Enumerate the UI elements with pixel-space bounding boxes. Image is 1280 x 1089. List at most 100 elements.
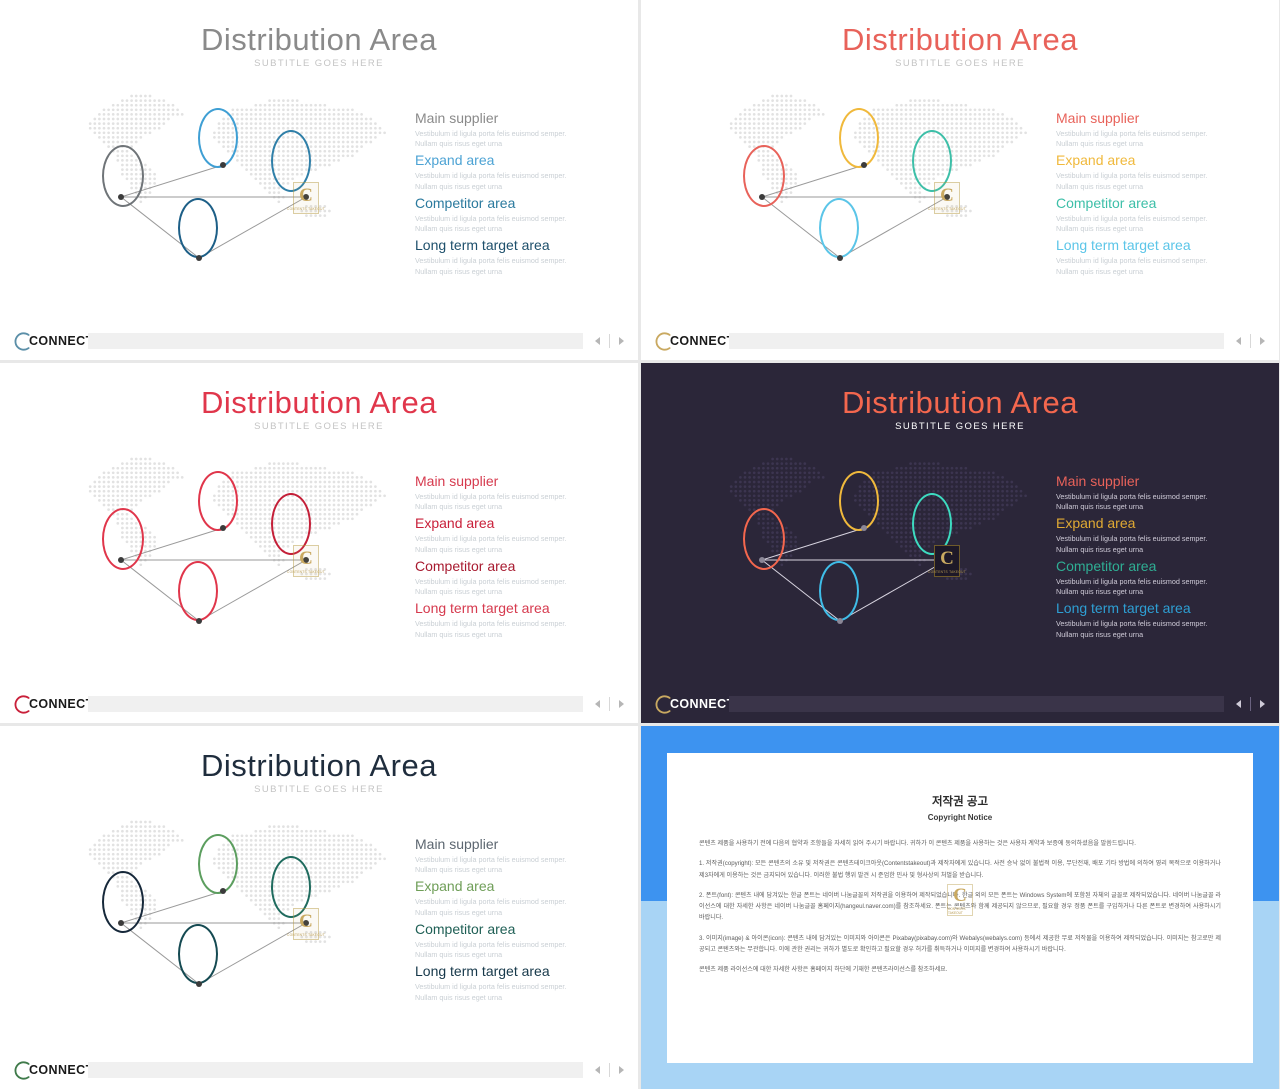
region-marker-3[interactable] <box>819 561 859 621</box>
legend-heading-3: Competitor area <box>1056 194 1157 211</box>
connect-logo[interactable]: CONNECT <box>12 330 94 352</box>
slide-deck-grid: Distribution Area SUBTITLE GOES HERE C CONT… <box>0 0 1280 1089</box>
badge-c-glyph: C <box>299 184 313 206</box>
legend-heading-4: Long term target area <box>1056 600 1191 617</box>
slide-subtitle: SUBTITLE GOES HERE <box>254 784 384 795</box>
legend-heading-1: Main supplier <box>1056 473 1140 489</box>
world-map-diagram: C CONTENTS TAKEOUT <box>78 453 408 653</box>
legend-entry-3: Competitor area Vestibulum id ligula port… <box>415 921 615 960</box>
legend-heading-1: Main supplier <box>415 473 499 489</box>
connect-logo[interactable]: CONNECT <box>12 1059 94 1081</box>
legend-heading-1: Main supplier <box>1056 110 1140 126</box>
region-marker-3[interactable] <box>178 198 218 258</box>
legend-heading-4: Long term target area <box>415 963 550 980</box>
legend-heading-2: Expand area <box>415 515 495 532</box>
region-marker-2[interactable] <box>198 471 238 531</box>
badge-c-glyph: C <box>299 547 313 569</box>
legend-entry-2: Expand area Vestibulum id ligula porta fe… <box>415 515 615 554</box>
legend-body-2: Vestibulum id ligula porta felis euismod… <box>415 897 567 917</box>
legend-heading-4: Long term target area <box>1056 237 1191 254</box>
connect-logo-text: CONNECT <box>29 334 94 348</box>
contents-takeout-badge: C CONTENTS TAKEOUT <box>287 182 325 214</box>
legend-panel: Main supplier Vestibulum id ligula porta … <box>1056 473 1256 643</box>
slide-title: Distribution Area <box>842 22 1078 57</box>
slide-footer: CONNECT <box>641 330 1279 352</box>
progress-track[interactable] <box>729 333 1224 349</box>
connect-logo[interactable]: CONNECT <box>653 330 735 352</box>
connect-logo-text: CONNECT <box>29 697 94 711</box>
legend-body-4: Vestibulum id ligula porta felis euismod… <box>415 619 567 639</box>
slide-title: Distribution Area <box>201 385 437 420</box>
legend-heading-1: Main supplier <box>415 836 499 852</box>
world-map-diagram: C CONTENTS TAKEOUT <box>719 90 1049 290</box>
triangle-right-icon[interactable] <box>1260 337 1265 345</box>
legend-heading-2: Expand area <box>1056 515 1136 532</box>
connect-logo[interactable]: CONNECT <box>12 693 94 715</box>
triangle-left-icon[interactable] <box>1236 337 1241 345</box>
triangle-right-icon[interactable] <box>619 1066 624 1074</box>
legend-heading-2: Expand area <box>415 152 495 169</box>
badge-caption: CONTENTS TAKEOUT <box>928 206 966 211</box>
legend-entry-1: Main supplier Vestibulum id ligula porta … <box>415 473 615 512</box>
region-marker-2[interactable] <box>839 108 879 168</box>
legend-heading-4: Long term target area <box>415 237 550 254</box>
slide-footer: CONNECT <box>0 1059 638 1081</box>
nav-divider <box>609 697 610 711</box>
legend-entry-3: Competitor area Vestibulum id ligula port… <box>415 558 615 597</box>
legend-entry-1: Main supplier Vestibulum id ligula porta … <box>415 110 615 149</box>
distribution-area-blue: Distribution Area SUBTITLE GOES HERE C CONT… <box>0 0 638 360</box>
badge-caption: CONTENTS TAKEOUT <box>287 932 325 937</box>
legend-heading-3: Competitor area <box>1056 557 1157 574</box>
map-node-2 <box>861 162 867 168</box>
nav-divider <box>1250 697 1251 711</box>
badge-caption: CONTENTS TAKEOUT <box>928 569 966 574</box>
triangle-left-icon[interactable] <box>595 337 600 345</box>
region-marker-3[interactable] <box>178 924 218 984</box>
progress-track[interactable] <box>88 1062 583 1078</box>
distribution-area-red: Distribution Area SUBTITLE GOES HERE C CONT… <box>0 363 638 723</box>
legend-entry-3: Competitor area Vestibulum id ligula port… <box>1056 558 1256 597</box>
legend-entry-3: Competitor area Vestibulum id ligula port… <box>415 195 615 234</box>
connect-logo[interactable]: CONNECT <box>653 693 735 715</box>
badge-c-glyph: C <box>953 884 967 906</box>
progress-track[interactable] <box>729 696 1224 712</box>
map-node-3 <box>837 618 843 624</box>
triangle-right-icon[interactable] <box>619 700 624 708</box>
nav-divider <box>609 334 610 348</box>
slide-footer: CONNECT <box>0 693 638 715</box>
badge-c-glyph: C <box>940 547 954 569</box>
map-node-1 <box>118 194 124 200</box>
legend-body-3: Vestibulum id ligula porta felis euismod… <box>1056 213 1208 234</box>
legend-heading-4: Long term target area <box>415 600 550 617</box>
progress-track[interactable] <box>88 333 583 349</box>
triangle-right-icon[interactable] <box>1260 700 1265 708</box>
legend-entry-4: Long term target area Vestibulum id ligul… <box>415 237 615 276</box>
triangle-left-icon[interactable] <box>595 1066 600 1074</box>
nav-divider <box>609 1063 610 1077</box>
region-marker-3[interactable] <box>819 198 859 258</box>
distribution-area-green: Distribution Area SUBTITLE GOES HERE C CONT… <box>0 726 638 1089</box>
legend-entry-2: Expand area Vestibulum id ligula porta fe… <box>1056 152 1256 191</box>
copyright-title-ko: 저작권 공고 <box>931 796 989 808</box>
legend-body-3: Vestibulum id ligula porta felis euismod… <box>415 939 567 960</box>
copyright-notice-slide: 저작권 공고 Copyright Notice 콘텐츠 제품을 사용하기 전에 다음… <box>641 726 1279 1089</box>
region-marker-2[interactable] <box>839 471 879 531</box>
region-marker-2[interactable] <box>198 108 238 168</box>
legend-body-2: Vestibulum id ligula porta felis euismod… <box>415 534 567 554</box>
connect-logo-text: CONNECT <box>670 697 735 711</box>
region-marker-3[interactable] <box>178 561 218 621</box>
progress-track[interactable] <box>88 696 583 712</box>
distribution-area-dark: Distribution Area SUBTITLE GOES HERE C CONT… <box>641 363 1279 723</box>
triangle-left-icon[interactable] <box>1236 700 1241 708</box>
region-marker-2[interactable] <box>198 834 238 894</box>
legend-entry-4: Long term target area Vestibulum id ligul… <box>1056 237 1256 276</box>
slide-subtitle: SUBTITLE GOES HERE <box>254 58 384 69</box>
legend-body-1: Vestibulum id ligula porta felis euismod… <box>1056 492 1208 512</box>
slide-nav <box>1236 334 1265 348</box>
copyright-paragraph-1: 콘텐츠 제품을 사용하기 전에 다음의 협약과 조항들을 자세히 읽어 주시기 … <box>699 840 1136 847</box>
copyright-paragraph-2: 1. 저작권(copyright): 모든 콘텐츠의 소유 및 저작권은 콘텐츠… <box>699 860 1221 879</box>
triangle-right-icon[interactable] <box>619 337 624 345</box>
map-node-2 <box>861 525 867 531</box>
legend-body-4: Vestibulum id ligula porta felis euismod… <box>1056 256 1208 276</box>
triangle-left-icon[interactable] <box>595 700 600 708</box>
